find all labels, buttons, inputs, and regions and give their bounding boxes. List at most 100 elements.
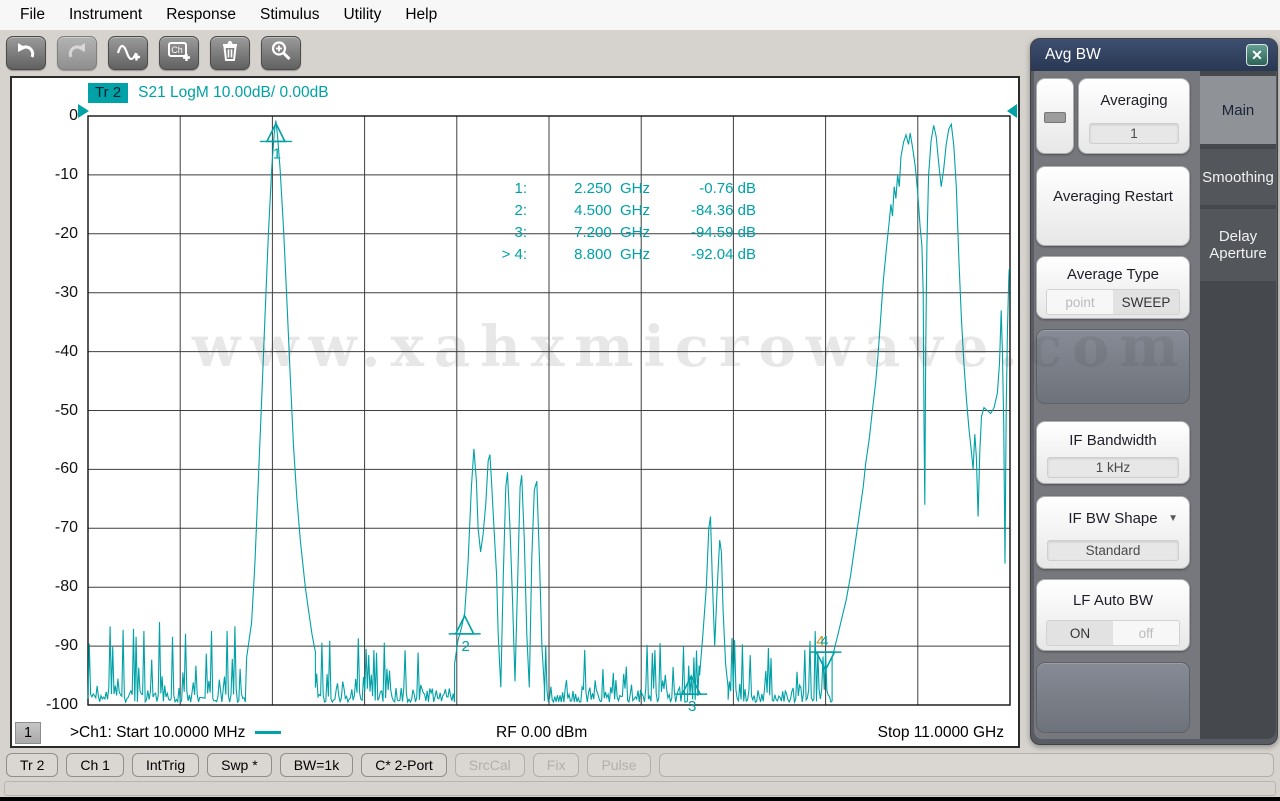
average-type-label: Average Type — [1066, 266, 1159, 283]
lf-auto-bw-off-option[interactable]: off — [1113, 621, 1179, 645]
menu-instrument[interactable]: Instrument — [57, 2, 154, 28]
marker-table-row: 1: 2.250 GHz -0.76 dB — [514, 180, 756, 197]
undo-icon — [13, 39, 39, 68]
bottom-edge — [0, 797, 1280, 801]
menu-utility[interactable]: Utility — [331, 2, 393, 28]
marker-table-row: 2: 4.500 GHz -84.36 dB — [514, 202, 756, 219]
tab-delay-aperture[interactable]: Delay Aperture — [1200, 209, 1276, 281]
bottom-tab-c-2-port[interactable]: C* 2-Port — [361, 753, 447, 777]
y-axis-tick-label: -10 — [54, 165, 78, 183]
bottom-tab-pulse[interactable]: Pulse — [587, 753, 651, 777]
averaging-value[interactable]: 1 — [1089, 123, 1179, 144]
marker-table-row: 3: 7.200 GHz -94.59 dB — [514, 224, 756, 241]
bottom-tabs: Tr 2 Ch 1 IntTrig Swp * BW=1k C* 2-Port SrcCal… — [6, 753, 1274, 777]
add-trace-icon — [115, 39, 141, 68]
bottom-tab-ch-1[interactable]: Ch 1 — [66, 753, 124, 777]
empty-button-2 — [1036, 662, 1190, 733]
trace-color-dash — [255, 731, 282, 735]
avg-bw-panel: Avg BW ✕ Averaging 1 Averaging Restart A… — [1030, 38, 1278, 745]
averaging-button[interactable]: Averaging 1 — [1078, 78, 1190, 154]
panel-tab-column: Main Smoothing Delay Aperture — [1200, 71, 1276, 739]
if-bw-shape-value[interactable]: Standard — [1047, 540, 1179, 561]
trash-icon — [218, 39, 242, 68]
lf-auto-bw-label: LF Auto BW — [1072, 592, 1154, 609]
y-axis-tick-label: 0 — [69, 107, 78, 124]
panel-close-button[interactable]: ✕ — [1246, 44, 1268, 66]
if-bw-shape-button[interactable]: IF BW Shape ▼ Standard — [1036, 496, 1190, 569]
average-type-sweep-option[interactable]: SWEEP — [1113, 290, 1179, 314]
y-axis-tick-label: -60 — [54, 460, 78, 478]
average-type-button[interactable]: Average Type point SWEEP — [1036, 256, 1190, 319]
marker-flag-1: 1 — [259, 121, 292, 162]
y-axis-tick-label: -80 — [54, 578, 78, 596]
bottom-tab-inttrig[interactable]: IntTrig — [131, 753, 200, 777]
bottom-tab-bw-1k[interactable]: BW=1k — [279, 753, 354, 777]
y-axis-tick-label: -50 — [54, 401, 78, 419]
tab-smoothing[interactable]: Smoothing — [1200, 149, 1276, 205]
delete-button[interactable] — [210, 36, 250, 70]
menu-bar: File Instrument Response Stimulus Utilit… — [0, 0, 1280, 30]
y-axis-tick-label: -20 — [54, 224, 78, 242]
undo-button[interactable] — [6, 36, 46, 70]
redo-button[interactable] — [57, 36, 97, 70]
trace-badge[interactable]: Tr 2 — [88, 83, 129, 103]
lf-auto-bw-button[interactable]: LF Auto BW ON off — [1036, 579, 1190, 651]
start-frequency-readout: >Ch1: Start 10.0000 MHz — [70, 724, 282, 742]
bottom-tab-swp-[interactable]: Swp * — [207, 753, 272, 777]
average-type-point-option[interactable]: point — [1047, 290, 1113, 314]
y-axis-tick-label: -30 — [54, 283, 78, 301]
averaging-indicator — [1044, 112, 1066, 123]
svg-text:1: 1 — [273, 145, 281, 162]
y-axis-tick-label: -100 — [45, 696, 78, 713]
chart-status-row: 1 >Ch1: Start 10.0000 MHz RF 0.00 dBm St… — [12, 722, 1018, 746]
bottom-empty-strip — [4, 781, 1276, 796]
panel-body: Averaging 1 Averaging Restart Average Ty… — [1034, 71, 1276, 739]
zoom-button[interactable] — [261, 36, 301, 70]
if-bw-shape-label: IF BW Shape — [1068, 510, 1158, 527]
dropdown-arrow-icon: ▼ — [1168, 513, 1178, 524]
add-channel-icon: Ch — [166, 39, 192, 68]
rf-power-readout: RF 0.00 dBm — [496, 724, 588, 741]
averaging-restart-label: Averaging Restart — [1053, 188, 1173, 205]
marker-table-row: > 4: 8.800 GHz -92.04 dB — [501, 246, 756, 263]
bottom-tab-srccal[interactable]: SrcCal — [454, 753, 525, 777]
lf-auto-bw-toggle[interactable]: ON off — [1046, 620, 1180, 646]
svg-text:Ch: Ch — [171, 45, 183, 55]
channel-number-badge[interactable]: 1 — [15, 722, 41, 744]
marker-readout-table: 1: 2.250 GHz -0.76 dB 2: 4.500 GHz -84.36 dB 3… — [412, 178, 756, 266]
panel-title: Avg BW — [1031, 39, 1277, 71]
svg-text:2: 2 — [462, 638, 470, 655]
if-bandwidth-button[interactable]: IF Bandwidth 1 kHz — [1036, 421, 1190, 484]
svg-text:3: 3 — [688, 698, 696, 715]
add-trace-button[interactable] — [108, 36, 148, 70]
bottom-tab-empty — [658, 753, 1274, 777]
menu-file[interactable]: File — [8, 2, 57, 28]
average-type-toggle[interactable]: point SWEEP — [1046, 289, 1180, 315]
y-axis-tick-label: -70 — [54, 519, 78, 537]
lf-auto-bw-on-option[interactable]: ON — [1047, 621, 1113, 645]
bottom-status-bar: Tr 2 Ch 1 IntTrig Swp * BW=1k C* 2-Port SrcCal… — [0, 748, 1280, 801]
svg-text:4: 4 — [820, 633, 828, 650]
stop-frequency-readout: Stop 11.0000 GHz — [877, 724, 1004, 741]
averaging-label: Averaging — [1100, 92, 1168, 109]
y-axis-tick-label: -40 — [54, 342, 78, 360]
y-axis-tick-label: -90 — [54, 637, 78, 655]
redo-icon — [64, 39, 90, 68]
averaging-restart-button[interactable]: Averaging Restart — [1036, 166, 1190, 246]
tab-main[interactable]: Main — [1200, 76, 1276, 144]
trace-format-label: S21 LogM 10.00dB/ 0.00dB — [138, 84, 329, 101]
empty-button-1 — [1036, 329, 1190, 404]
menu-help[interactable]: Help — [393, 2, 449, 28]
add-channel-button[interactable]: Ch — [159, 36, 199, 70]
measurement-window: Tr 2 S21 LogM 10.00dB/ 0.00dB 12344 0 -10… — [10, 76, 1020, 748]
menu-stimulus[interactable]: Stimulus — [248, 2, 331, 28]
panel-controls: Averaging 1 Averaging Restart Average Ty… — [1034, 71, 1200, 739]
bottom-tab-fix[interactable]: Fix — [532, 753, 580, 777]
bottom-tab-tr-2[interactable]: Tr 2 — [6, 753, 59, 777]
if-bandwidth-label: IF Bandwidth — [1069, 432, 1157, 449]
if-bandwidth-value[interactable]: 1 kHz — [1047, 457, 1179, 478]
menu-response[interactable]: Response — [154, 2, 248, 28]
zoom-icon — [269, 39, 293, 68]
marker-flag-2: 2 — [448, 614, 481, 655]
averaging-toggle-button[interactable] — [1036, 78, 1074, 154]
